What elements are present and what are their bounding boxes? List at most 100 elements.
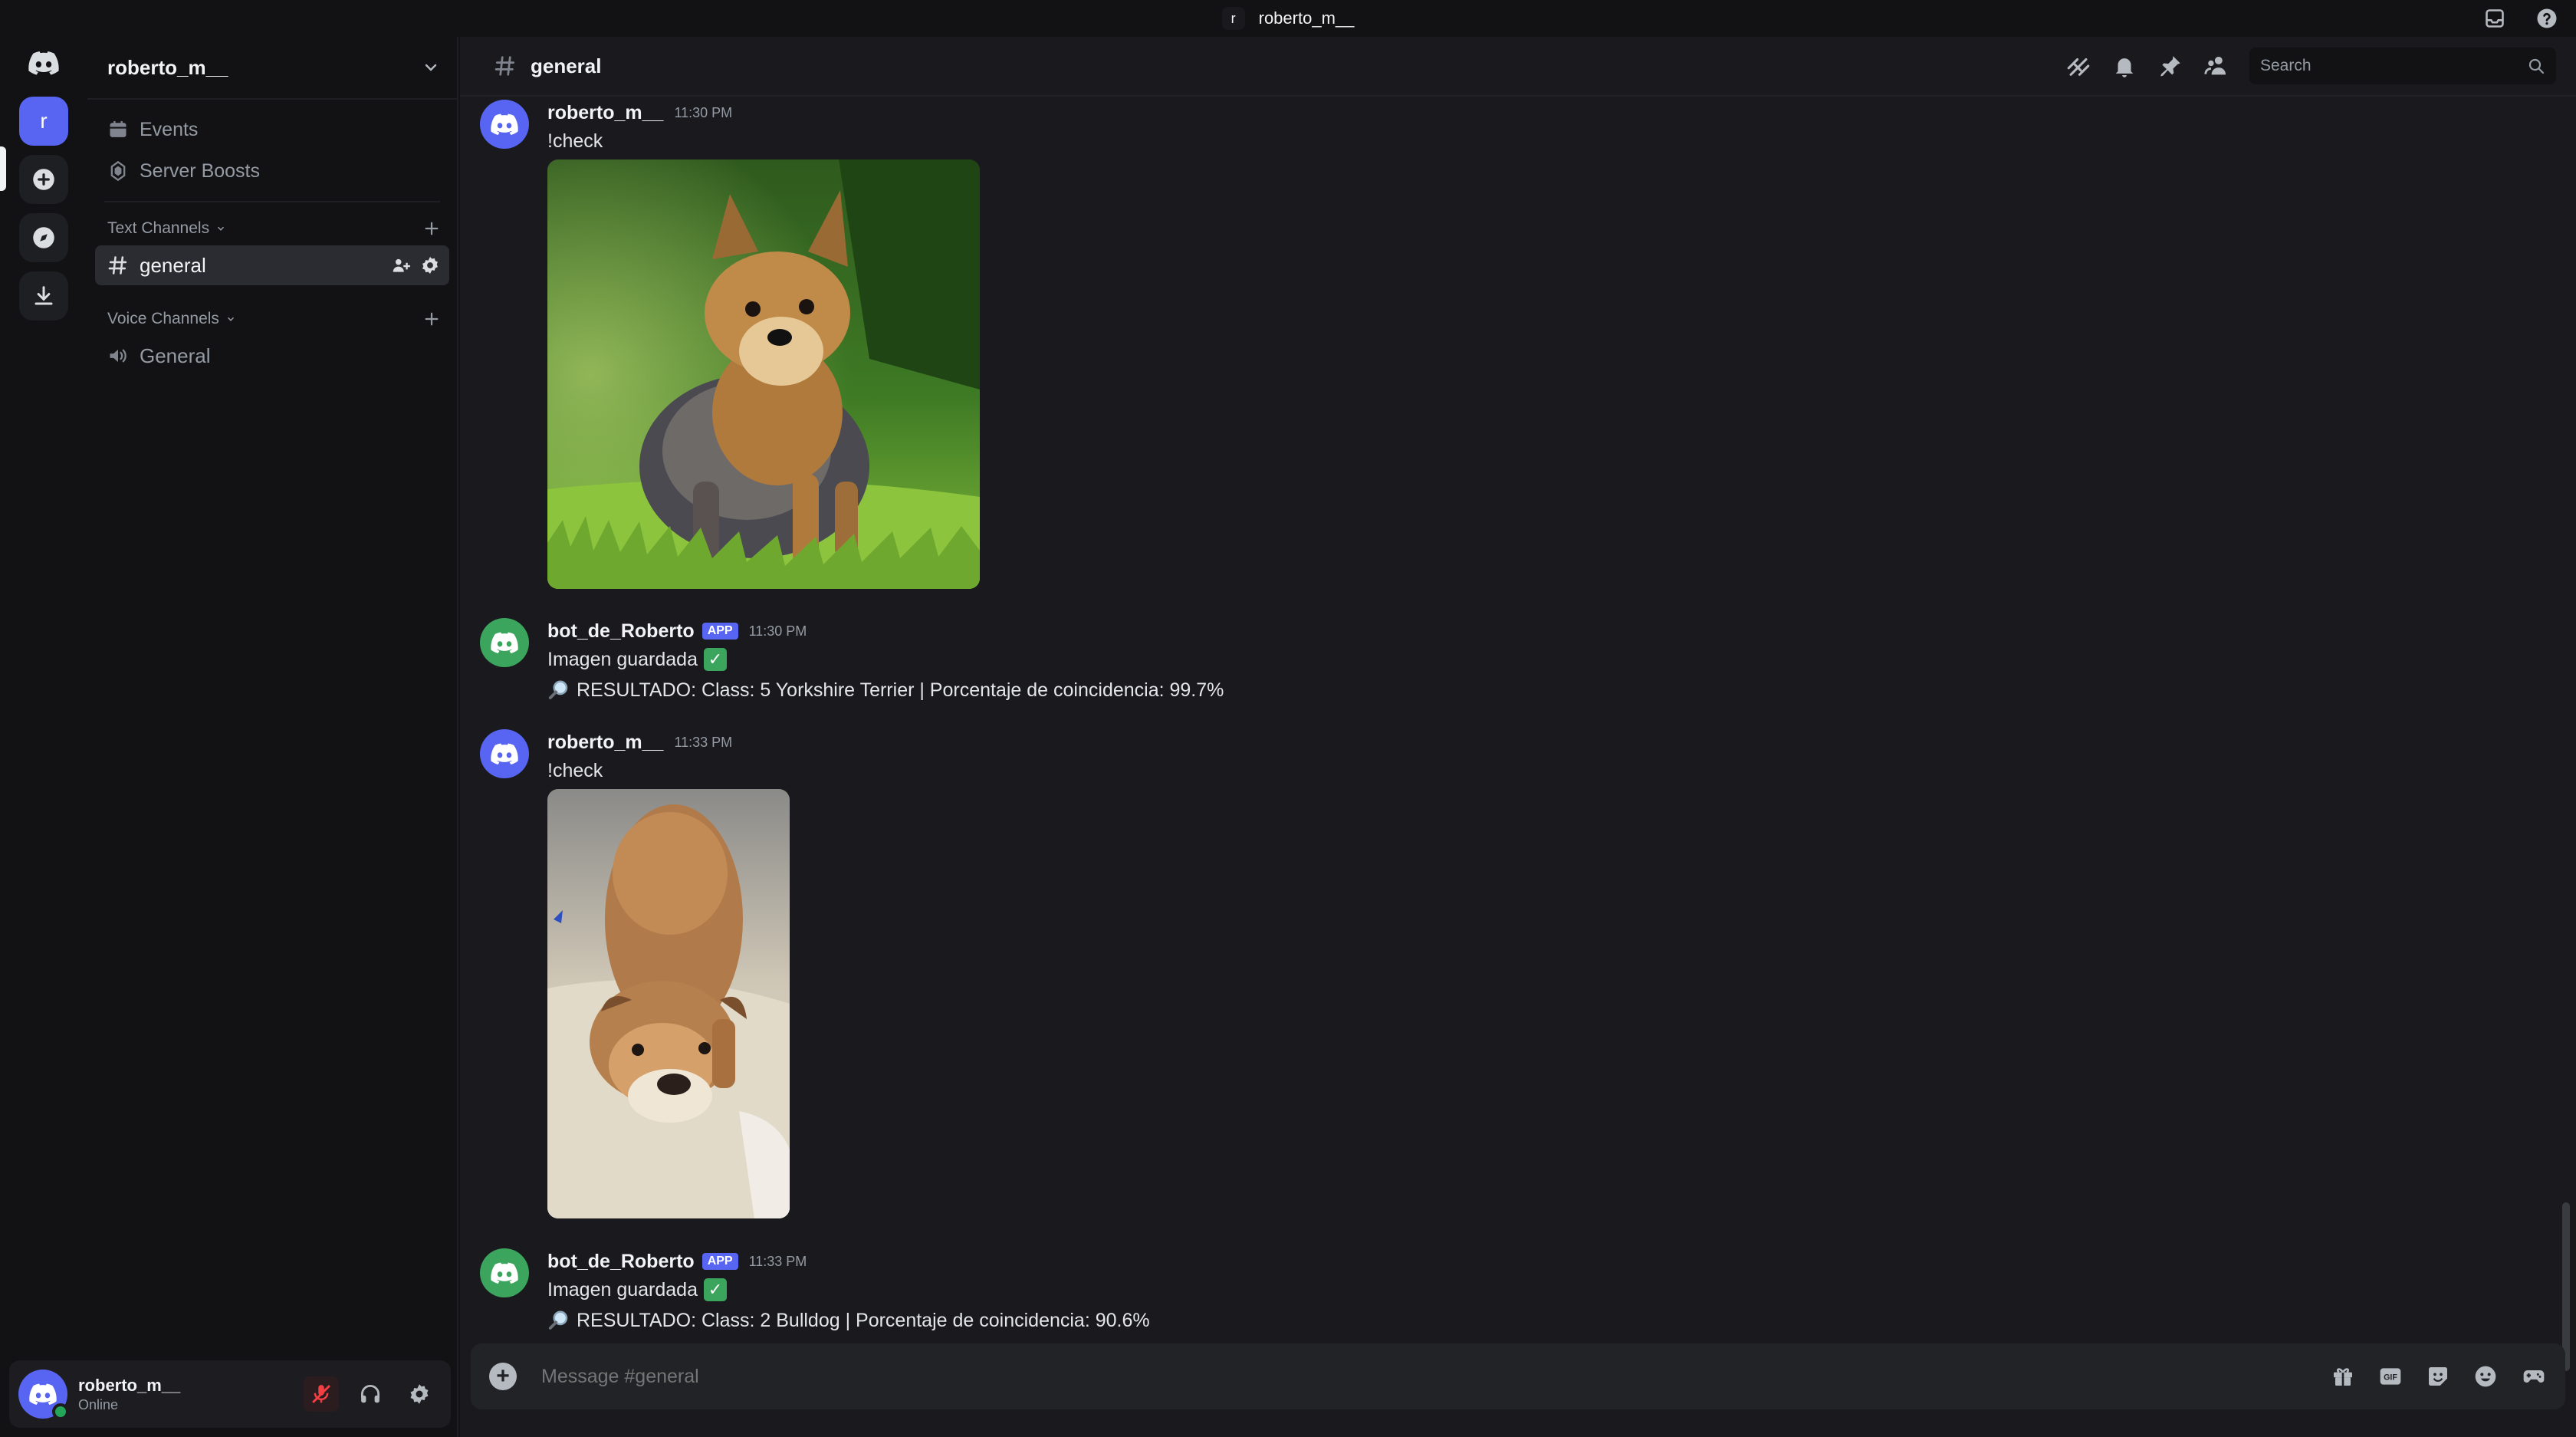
search-placeholder: Search xyxy=(2260,57,2312,74)
message-author[interactable]: bot_de_Roberto xyxy=(547,1251,695,1273)
sidebar-item-server-boosts[interactable]: Server Boosts xyxy=(87,150,457,192)
app-badge: APP xyxy=(702,1253,738,1270)
discover-button[interactable] xyxy=(19,213,68,262)
check-mark-icon: ✓ xyxy=(703,1278,727,1301)
avatar[interactable] xyxy=(480,1248,529,1297)
server-badge: r xyxy=(1221,7,1245,30)
add-server-button[interactable] xyxy=(19,155,68,204)
discord-logo-icon xyxy=(491,1262,518,1284)
user-status: Online xyxy=(78,1396,119,1412)
chevron-down-icon xyxy=(218,226,225,231)
message-text: !check xyxy=(547,760,603,781)
message-line: RESULTADO: Class: 5 Yorkshire Terrier | … xyxy=(577,679,1224,701)
inbox-icon[interactable] xyxy=(2481,5,2509,32)
add-circle-icon xyxy=(33,169,54,190)
message-text: RESULTADO: Class: 2 Bulldog | Porcentaje… xyxy=(547,1305,1150,1336)
help-icon[interactable] xyxy=(2533,5,2561,32)
server-icon-roberto[interactable]: r xyxy=(19,97,68,146)
message-line: Imagen guardada xyxy=(547,1279,698,1301)
avatar[interactable] xyxy=(480,618,529,667)
chevron-down-icon xyxy=(227,317,234,321)
sidebar-item-label: Server Boosts xyxy=(140,159,261,182)
hashtag-icon xyxy=(495,56,514,76)
search-icon xyxy=(2528,58,2545,74)
window-title-text: roberto_m__ xyxy=(1258,8,1355,28)
user-panel: roberto_m__ Online xyxy=(9,1360,451,1428)
category-voice-channels[interactable]: Voice Channels xyxy=(87,304,457,334)
compass-icon xyxy=(33,227,54,248)
discord-logo-icon xyxy=(491,743,518,765)
server-rail: r xyxy=(0,37,87,1437)
create-channel-icon[interactable] xyxy=(423,311,440,327)
members-icon[interactable] xyxy=(2203,53,2229,79)
channel-title: general xyxy=(531,54,602,77)
sidebar-divider xyxy=(104,201,440,202)
sidebar-item-label: Events xyxy=(140,118,199,140)
user-settings-button[interactable] xyxy=(402,1376,437,1412)
apps-icon[interactable] xyxy=(2521,1364,2547,1389)
message-input[interactable] xyxy=(541,1365,2331,1388)
window-title: r roberto_m__ xyxy=(1221,7,1355,30)
channel-label: General xyxy=(140,344,211,367)
sidebar-item-events[interactable]: Events xyxy=(87,109,457,150)
category-label: Text Channels xyxy=(107,219,210,237)
avatar[interactable] xyxy=(480,729,529,778)
sticker-icon[interactable] xyxy=(2426,1364,2450,1389)
check-mark-icon: ✓ xyxy=(703,648,727,671)
message-author[interactable]: roberto_m__ xyxy=(547,102,663,124)
category-label: Voice Channels xyxy=(107,310,219,327)
message-composer: + GIF xyxy=(471,1343,2565,1409)
server-header[interactable]: roberto_m__ xyxy=(87,37,457,100)
category-text-channels[interactable]: Text Channels xyxy=(87,213,457,244)
message-timestamp: 11:33 PM xyxy=(674,734,733,750)
channel-header: general Search xyxy=(460,37,2576,97)
app-badge: APP xyxy=(702,623,738,640)
deafen-button[interactable] xyxy=(353,1376,388,1412)
message-text: Imagen guardada ✓ xyxy=(547,1274,1150,1305)
message: bot_de_Roberto APP 11:30 PM Imagen guard… xyxy=(480,618,1224,705)
svg-text:GIF: GIF xyxy=(2384,1373,2397,1383)
scrollbar[interactable] xyxy=(2562,1202,2570,1371)
online-status-dot xyxy=(52,1403,69,1420)
avatar[interactable] xyxy=(18,1370,69,1420)
channel-general[interactable]: general xyxy=(95,245,449,285)
microphone-muted-icon xyxy=(312,1385,330,1403)
threads-icon[interactable] xyxy=(2065,53,2091,79)
message-list: roberto_m__ 11:30 PM !check bot_de_Rober… xyxy=(460,97,2576,1370)
message-author[interactable]: roberto_m__ xyxy=(547,732,663,754)
search-input[interactable]: Search xyxy=(2249,48,2556,84)
gift-icon[interactable] xyxy=(2331,1364,2355,1389)
create-invite-icon[interactable] xyxy=(391,255,411,275)
pin-icon[interactable] xyxy=(2157,53,2183,79)
hashtag-icon xyxy=(108,256,127,275)
server-initial: r xyxy=(40,109,48,133)
download-apps-button[interactable] xyxy=(19,271,68,321)
gear-icon[interactable] xyxy=(420,255,440,275)
create-channel-icon[interactable] xyxy=(423,220,440,237)
message-text: RESULTADO: Class: 5 Yorkshire Terrier | … xyxy=(547,675,1224,705)
discord-logo-icon xyxy=(491,113,518,135)
discord-logo-icon xyxy=(29,1383,57,1405)
bell-icon[interactable] xyxy=(2111,53,2137,79)
message-timestamp: 11:30 PM xyxy=(748,623,807,639)
avatar[interactable] xyxy=(480,100,529,149)
upload-button[interactable]: + xyxy=(489,1363,517,1390)
image-attachment-bulldog[interactable] xyxy=(547,789,790,1218)
discord-logo-icon xyxy=(28,51,59,75)
image-attachment-yorkshire-terrier[interactable] xyxy=(547,159,980,589)
magnifying-glass-icon xyxy=(548,680,568,699)
gear-icon xyxy=(410,1384,429,1404)
speaker-icon xyxy=(110,349,127,363)
server-name: roberto_m__ xyxy=(107,55,228,79)
home-button[interactable] xyxy=(19,38,68,87)
voice-channel-general[interactable]: General xyxy=(95,336,449,376)
download-icon xyxy=(34,286,53,305)
mute-button[interactable] xyxy=(304,1376,339,1412)
channel-label: general xyxy=(140,253,206,277)
magnifying-glass-icon xyxy=(548,1310,568,1330)
gif-icon[interactable]: GIF xyxy=(2378,1364,2403,1389)
emoji-icon[interactable] xyxy=(2473,1364,2498,1389)
message-line: Imagen guardada xyxy=(547,649,698,670)
chevron-down-icon xyxy=(425,64,437,71)
message-author[interactable]: bot_de_Roberto xyxy=(547,620,695,643)
